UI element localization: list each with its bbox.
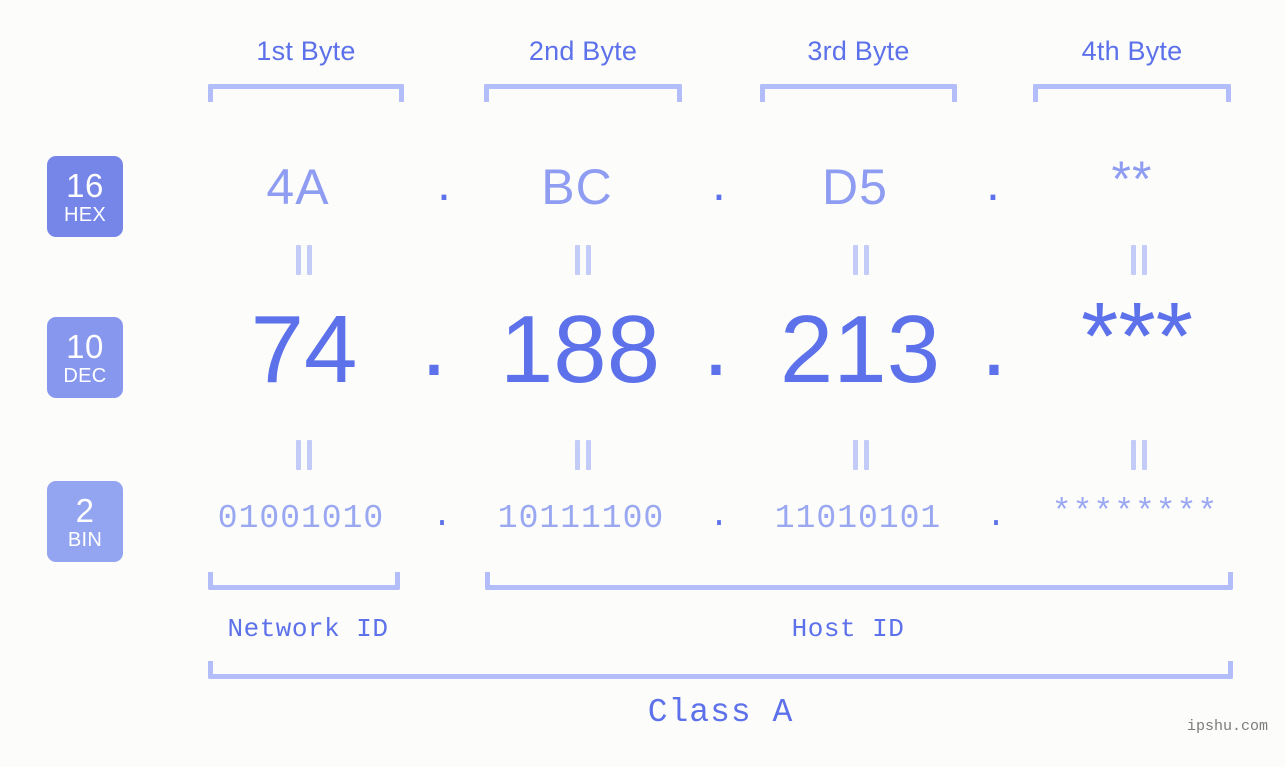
dec-value-byte-3: 213 [779,296,941,403]
dec-separator-2: . [702,289,730,396]
equals-mark-hex-dec-4 [1128,245,1150,275]
equals-mark-hex-dec-2 [572,245,594,275]
byte-bracket-1 [208,84,404,102]
radix-badge-dec: 10 DEC [47,317,123,398]
byte-bracket-4 [1033,84,1231,102]
equals-mark-dec-bin-3 [850,440,872,470]
radix-badge-dec-number: 10 [66,327,104,365]
host-id-bracket [485,572,1233,590]
byte-header-4: 4th Byte [1081,36,1183,66]
host-id-label: Host ID [791,614,905,644]
network-id-label: Network ID [227,614,389,644]
dec-value-byte-2: 188 [499,296,661,403]
radix-badge-bin-label: BIN [67,528,103,551]
bin-value-byte-4: ******** [1051,494,1219,531]
radix-badge-bin: 2 BIN [47,481,123,562]
hex-value-byte-1: 4A [266,159,330,215]
bin-value-byte-2: 10111100 [497,500,665,537]
equals-mark-hex-dec-3 [850,245,872,275]
equals-mark-dec-bin-4 [1128,440,1150,470]
class-label: Class A [647,694,794,731]
equals-mark-hex-dec-1 [293,245,315,275]
byte-bracket-2 [484,84,682,102]
radix-badge-dec-label: DEC [63,364,107,387]
radix-badge-bin-number: 2 [75,491,95,529]
radix-badge-hex: 16 HEX [47,156,123,237]
hex-value-byte-4: ** [1111,151,1153,207]
byte-header-2: 2nd Byte [528,36,638,66]
equals-mark-dec-bin-1 [293,440,315,470]
hex-separator-3: . [986,155,1000,211]
dec-separator-3: . [980,289,1008,396]
bin-value-byte-1: 01001010 [217,500,385,537]
bin-separator-3: . [986,498,1006,535]
dec-value-byte-4: *** [1080,283,1194,390]
hex-value-byte-3: D5 [822,159,888,215]
class-bracket [208,661,1233,679]
equals-mark-dec-bin-2 [572,440,594,470]
ip-address-breakdown-diagram: 1st Byte 2nd Byte 3rd Byte 4th Byte 16 H… [0,0,1285,767]
watermark: ipshu.com [1187,718,1269,735]
hex-separator-2: . [712,155,726,211]
bin-value-byte-3: 11010101 [774,500,942,537]
bin-separator-1: . [432,498,452,535]
hex-value-byte-2: BC [541,159,613,215]
byte-header-1: 1st Byte [256,36,356,66]
dec-value-byte-1: 74 [250,296,358,403]
byte-bracket-3 [760,84,957,102]
dec-separator-1: . [420,289,448,396]
radix-badge-hex-label: HEX [63,203,107,226]
bin-separator-2: . [709,498,729,535]
radix-badge-hex-number: 16 [66,166,104,204]
network-id-bracket [208,572,400,590]
byte-header-3: 3rd Byte [807,36,910,66]
hex-separator-1: . [437,155,451,211]
